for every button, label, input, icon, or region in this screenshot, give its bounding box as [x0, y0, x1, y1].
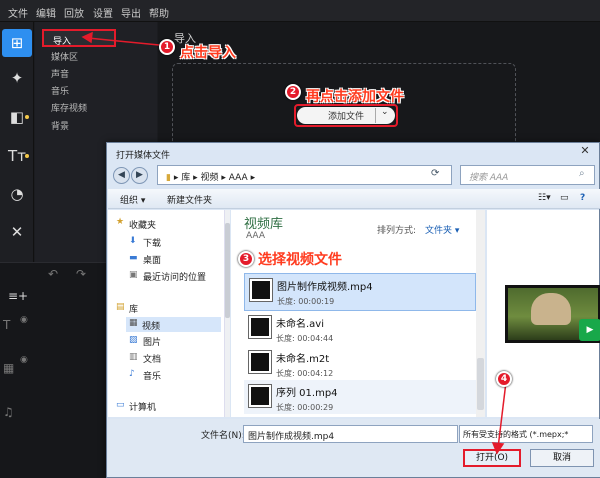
step-note-1: 点击导入 — [180, 45, 236, 61]
step-note-3: 选择视频文件 — [258, 252, 342, 268]
arrow-head — [491, 442, 505, 455]
step-badge-2: 2 — [285, 84, 301, 100]
step-note-2: 再点击添加文件 — [306, 89, 404, 105]
step-badge-4: 4 — [496, 371, 512, 387]
step-badge-3: 3 — [238, 251, 254, 267]
step-badge-1: 1 — [159, 39, 175, 55]
annotation-arrows — [81, 31, 507, 455]
arrow-to-open — [497, 381, 507, 449]
arrow-to-import — [87, 37, 160, 46]
arrow-head — [81, 31, 93, 44]
